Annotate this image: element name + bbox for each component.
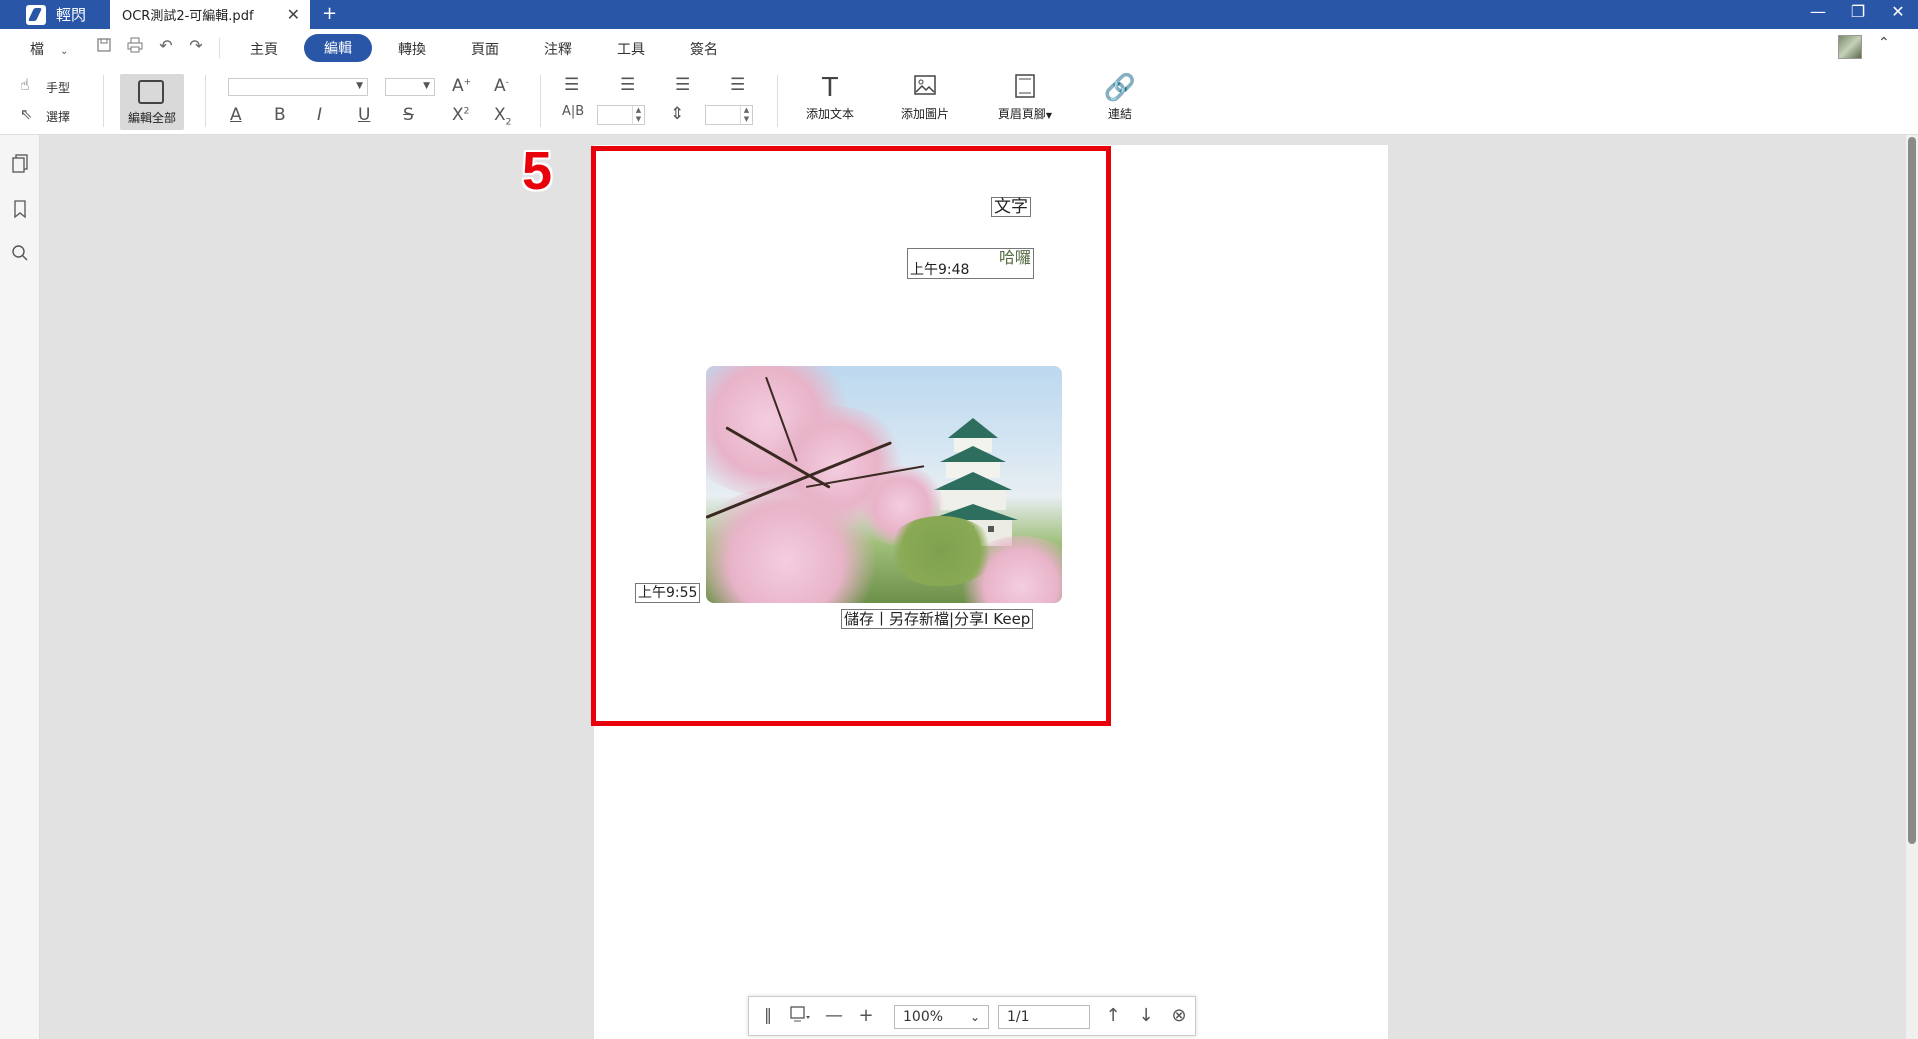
chevron-down-icon: ⌄: [60, 46, 69, 57]
header-footer-label: 頁眉頁腳▼: [990, 105, 1060, 122]
add-image-button[interactable]: 添加圖片: [890, 73, 960, 122]
minimize-button[interactable]: —: [1803, 2, 1833, 21]
link-button[interactable]: 🔗 連結: [1085, 73, 1155, 122]
align-left-icon[interactable]: ☰: [564, 75, 579, 95]
scrollbar-thumb[interactable]: [1908, 137, 1916, 844]
user-avatar[interactable]: [1838, 35, 1862, 59]
ribbon-divider: [205, 75, 206, 127]
superscript-icon[interactable]: X2: [452, 105, 469, 125]
underline-icon[interactable]: U: [358, 105, 370, 125]
text-icon: T: [822, 73, 838, 103]
ribbon-divider: [103, 75, 104, 127]
tab-home[interactable]: 主頁: [250, 39, 278, 59]
app-tab[interactable]: 輕閃: [0, 0, 110, 29]
drag-handle-icon[interactable]: ‖: [757, 1005, 779, 1024]
stepper-arrows-icon[interactable]: ▲ ▼: [632, 106, 644, 124]
pages-thumbnail-icon[interactable]: [9, 154, 31, 176]
chevron-down-icon: ▼: [356, 81, 363, 91]
file-menu-label: 檔: [30, 42, 44, 58]
edit-all-icon: [138, 80, 164, 104]
restore-button[interactable]: ❐: [1843, 2, 1873, 21]
redo-icon[interactable]: ↷: [187, 37, 205, 55]
window-close-button[interactable]: ✕: [1883, 2, 1913, 21]
image-icon: [890, 73, 960, 103]
font-color-icon[interactable]: A: [230, 105, 242, 125]
tab-edit[interactable]: 編輯: [304, 34, 372, 62]
search-icon[interactable]: [9, 244, 31, 266]
bottom-toolbar: ‖ — + 100% ⌄ 1/1 ↑ ↓ ⊗: [748, 996, 1196, 1036]
header-footer-button[interactable]: 頁眉頁腳▼: [990, 73, 1060, 122]
menu-bar: 檔 ⌄ ↶ ↷ 主頁 編輯 轉換 頁面 注釋 工具 簽名 ⌃: [0, 29, 1918, 67]
font-family-select[interactable]: ▼: [228, 78, 368, 96]
font-size-select[interactable]: ▼: [385, 78, 435, 96]
document-tab[interactable]: OCR測試2-可編輯.pdf ✕: [110, 0, 310, 29]
step-number-callout: 5: [522, 141, 553, 201]
undo-icon[interactable]: ↶: [157, 37, 175, 55]
title-bar: 輕閃 OCR測試2-可編輯.pdf ✕ + — ❐ ✕: [0, 0, 1918, 29]
previous-page-icon[interactable]: ↑: [1102, 1005, 1124, 1026]
align-center-icon[interactable]: ☰: [620, 75, 635, 95]
ribbon-divider: [540, 75, 541, 127]
align-right-icon[interactable]: ☰: [675, 75, 690, 95]
file-menu[interactable]: 檔 ⌄: [30, 39, 68, 59]
edit-all-label: 編輯全部: [127, 111, 176, 125]
tab-sign[interactable]: 簽名: [690, 39, 718, 59]
link-label: 連結: [1107, 107, 1132, 121]
tab-convert[interactable]: 轉換: [398, 39, 426, 59]
save-icon[interactable]: [95, 37, 113, 55]
new-tab-button[interactable]: +: [322, 3, 337, 24]
ribbon-toolbar: ☝ 手型 ⇖ 選擇 編輯全部 ▼ ▼ A+ A- A B I U S X2 X2…: [0, 67, 1918, 135]
app-name: 輕閃: [56, 6, 87, 24]
stepper-arrows-icon[interactable]: ▲ ▼: [740, 106, 752, 124]
justify-icon[interactable]: ☰: [730, 75, 745, 95]
menu-divider: [219, 38, 220, 58]
italic-icon[interactable]: I: [317, 105, 322, 125]
print-icon[interactable]: [126, 37, 144, 55]
chevron-down-icon: ▼: [1045, 111, 1053, 120]
tab-tools[interactable]: 工具: [617, 39, 645, 59]
tab-pages[interactable]: 頁面: [471, 39, 499, 59]
link-icon: 🔗: [1103, 73, 1137, 103]
left-sidebar: [0, 135, 40, 1039]
close-tab-icon[interactable]: ✕: [287, 5, 300, 24]
add-image-label: 添加圖片: [900, 107, 949, 121]
document-tab-title: OCR測試2-可編輯.pdf: [122, 9, 254, 24]
chevron-down-icon: ⌄: [969, 1010, 980, 1024]
zoom-in-icon[interactable]: +: [855, 1005, 877, 1026]
line-spacing-input[interactable]: ▲ ▼: [705, 105, 753, 125]
hand-tool-label[interactable]: 手型: [46, 79, 70, 96]
select-cursor-icon[interactable]: ⇖: [20, 105, 33, 123]
next-page-icon[interactable]: ↓: [1135, 1005, 1157, 1026]
zoom-value: 100%: [903, 1009, 944, 1025]
bold-icon[interactable]: B: [274, 105, 286, 125]
decrease-font-icon[interactable]: A-: [494, 76, 509, 96]
char-spacing-icon[interactable]: A|B: [562, 104, 584, 119]
page-view-icon[interactable]: [789, 1005, 811, 1028]
line-spacing-icon[interactable]: ⇕: [670, 104, 684, 124]
tab-annotate[interactable]: 注釋: [544, 39, 572, 59]
zoom-out-icon[interactable]: —: [823, 1005, 845, 1026]
vertical-scrollbar[interactable]: [1906, 135, 1918, 1039]
close-toolbar-icon[interactable]: ⊗: [1168, 1005, 1190, 1026]
edit-all-button[interactable]: 編輯全部: [120, 74, 184, 130]
bookmark-icon[interactable]: [9, 199, 31, 221]
increase-font-icon[interactable]: A+: [452, 76, 471, 96]
header-footer-text: 頁眉頁腳: [997, 107, 1046, 121]
hand-icon[interactable]: ☝: [20, 75, 30, 94]
highlight-box: [591, 146, 1111, 726]
subscript-icon[interactable]: X2: [494, 105, 511, 127]
strikethrough-icon[interactable]: S: [403, 105, 414, 125]
chevron-down-icon: ▼: [423, 81, 430, 91]
page-number-input[interactable]: 1/1: [998, 1005, 1090, 1029]
header-footer-icon: [990, 73, 1060, 103]
app-logo-icon: [26, 4, 46, 25]
add-text-button[interactable]: T 添加文本: [795, 73, 865, 122]
char-spacing-input[interactable]: ▲ ▼: [597, 105, 645, 125]
ribbon-divider: [777, 75, 778, 127]
zoom-select[interactable]: 100% ⌄: [894, 1005, 989, 1029]
add-text-label: 添加文本: [805, 107, 854, 121]
select-tool-label[interactable]: 選擇: [46, 108, 70, 125]
collapse-ribbon-icon[interactable]: ⌃: [1878, 35, 1890, 51]
